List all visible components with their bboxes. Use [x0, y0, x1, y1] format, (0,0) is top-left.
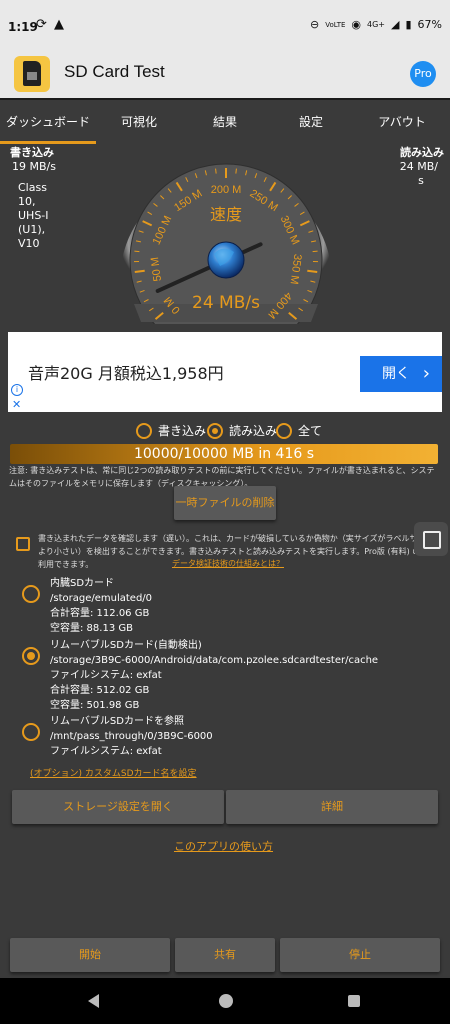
- gauge-title: 速度: [210, 205, 242, 224]
- bottom-action-bar: 開始 共有 停止: [0, 938, 450, 980]
- status-time: 1:19: [8, 20, 38, 34]
- details-button[interactable]: 詳細: [226, 790, 438, 824]
- pro-button[interactable]: Pro: [410, 61, 436, 87]
- main-panel: ダッシュボード 可視化 結果 設定 アバウト 書き込み 19 MB/s Clas…: [0, 98, 450, 978]
- tab-settings[interactable]: 設定: [268, 100, 354, 144]
- app-logo-icon: [14, 56, 50, 92]
- app-title: SD Card Test: [64, 62, 165, 81]
- write-label: 書き込み: [10, 146, 54, 159]
- speed-gauge: 0 M50 M100 M150 M 200 M 250 M300 M350 M400…: [120, 163, 332, 324]
- radio-removable-auto[interactable]: [22, 647, 40, 665]
- gauge-minor-tick: [235, 168, 237, 174]
- write-speed: 19 MB/s: [12, 160, 56, 173]
- read-speed: 24 MB/ s: [399, 160, 438, 187]
- home-icon[interactable]: [219, 994, 233, 1008]
- test-progress-bar: 10000/10000 MB in 416 s: [10, 444, 438, 464]
- mode-read[interactable]: 読み込み: [207, 422, 277, 439]
- verify-checkbox[interactable]: [16, 537, 30, 551]
- radio-read[interactable]: [207, 422, 223, 439]
- mode-all[interactable]: 全て: [276, 422, 322, 439]
- signal-icon: ◢: [391, 18, 400, 31]
- start-button[interactable]: 開始: [10, 938, 170, 972]
- recents-icon[interactable]: [348, 995, 360, 1007]
- status-bar: 1:19 ⟳ ▲ ⊖ VoLTE ◉ 4G+ ◢ ▮ 67%: [0, 0, 450, 50]
- ad-open-button[interactable]: 開く ›: [360, 356, 442, 392]
- sd-option-browse[interactable]: リムーバブルSDカードを参照 /mnt/pass_through/0/3B9C-…: [22, 714, 213, 759]
- sd-option-removable-auto[interactable]: リムーバブルSDカード(自動検出) /storage/3B9C-6000/And…: [22, 638, 378, 713]
- radio-write[interactable]: [136, 422, 152, 439]
- custom-name-link[interactable]: (オプション) カスタムSDカード名を設定: [30, 766, 197, 779]
- sync-icon: ⟳: [36, 17, 47, 32]
- tab-dashboard[interactable]: ダッシュボード: [0, 100, 96, 144]
- share-button[interactable]: 共有: [175, 938, 275, 972]
- chevron-right-icon: ›: [422, 363, 430, 384]
- battery-level: 67%: [417, 18, 442, 31]
- floating-shortcut-icon[interactable]: [414, 522, 448, 556]
- radio-internal[interactable]: [22, 585, 40, 603]
- delete-temp-files-button[interactable]: 一時ファイルの削除: [174, 486, 276, 520]
- class-info: Class 10, UHS-I (U1), V10: [18, 181, 49, 250]
- tab-about[interactable]: アバウト: [354, 100, 450, 144]
- ad-text: 音声20G 月額税込1,958円: [28, 364, 224, 383]
- radio-all[interactable]: [276, 422, 292, 439]
- read-label: 読み込み: [400, 146, 444, 159]
- ad-info-icon[interactable]: i: [11, 384, 23, 396]
- volte-icon: VoLTE: [325, 20, 346, 29]
- open-storage-settings-button[interactable]: ストレージ設定を開く: [12, 790, 224, 824]
- radio-browse[interactable]: [22, 723, 40, 741]
- how-to-link[interactable]: このアプリの使い方: [174, 838, 273, 854]
- warning-icon: ▲: [54, 17, 64, 32]
- hotspot-icon: ◉: [351, 18, 362, 31]
- gauge-minor-tick: [215, 168, 217, 174]
- battery-icon: ▮: [405, 18, 412, 31]
- system-nav-bar: [0, 978, 450, 1024]
- stop-button[interactable]: 停止: [280, 938, 440, 972]
- gauge-value: 24 MB/s: [192, 293, 260, 313]
- app-bar: SD Card Test Pro: [0, 50, 450, 98]
- back-icon[interactable]: [88, 994, 99, 1008]
- sd-option-internal[interactable]: 内臓SDカード /storage/emulated/0 合計容量: 112.06…: [22, 576, 152, 636]
- minus-circle-icon: ⊖: [310, 18, 320, 31]
- gauge-major-tick: [134, 269, 145, 273]
- mode-write[interactable]: 書き込み: [136, 422, 206, 439]
- tab-visualization[interactable]: 可視化: [96, 100, 182, 144]
- network-type: 4G+: [367, 20, 386, 29]
- gauge-tick-label: 200 M: [211, 184, 242, 196]
- ad-banner[interactable]: 音声20G 月額税込1,958円 開く › i ✕: [8, 332, 442, 412]
- gauge-major-tick: [307, 269, 318, 273]
- verify-info-link[interactable]: データ検証技術の仕組みとは？: [172, 558, 284, 569]
- ad-close-icon[interactable]: ✕: [12, 398, 21, 411]
- tab-results[interactable]: 結果: [182, 100, 268, 144]
- progress-text: 10000/10000 MB in 416 s: [133, 446, 315, 462]
- tab-bar: ダッシュボード 可視化 結果 設定 アバウト: [0, 100, 450, 144]
